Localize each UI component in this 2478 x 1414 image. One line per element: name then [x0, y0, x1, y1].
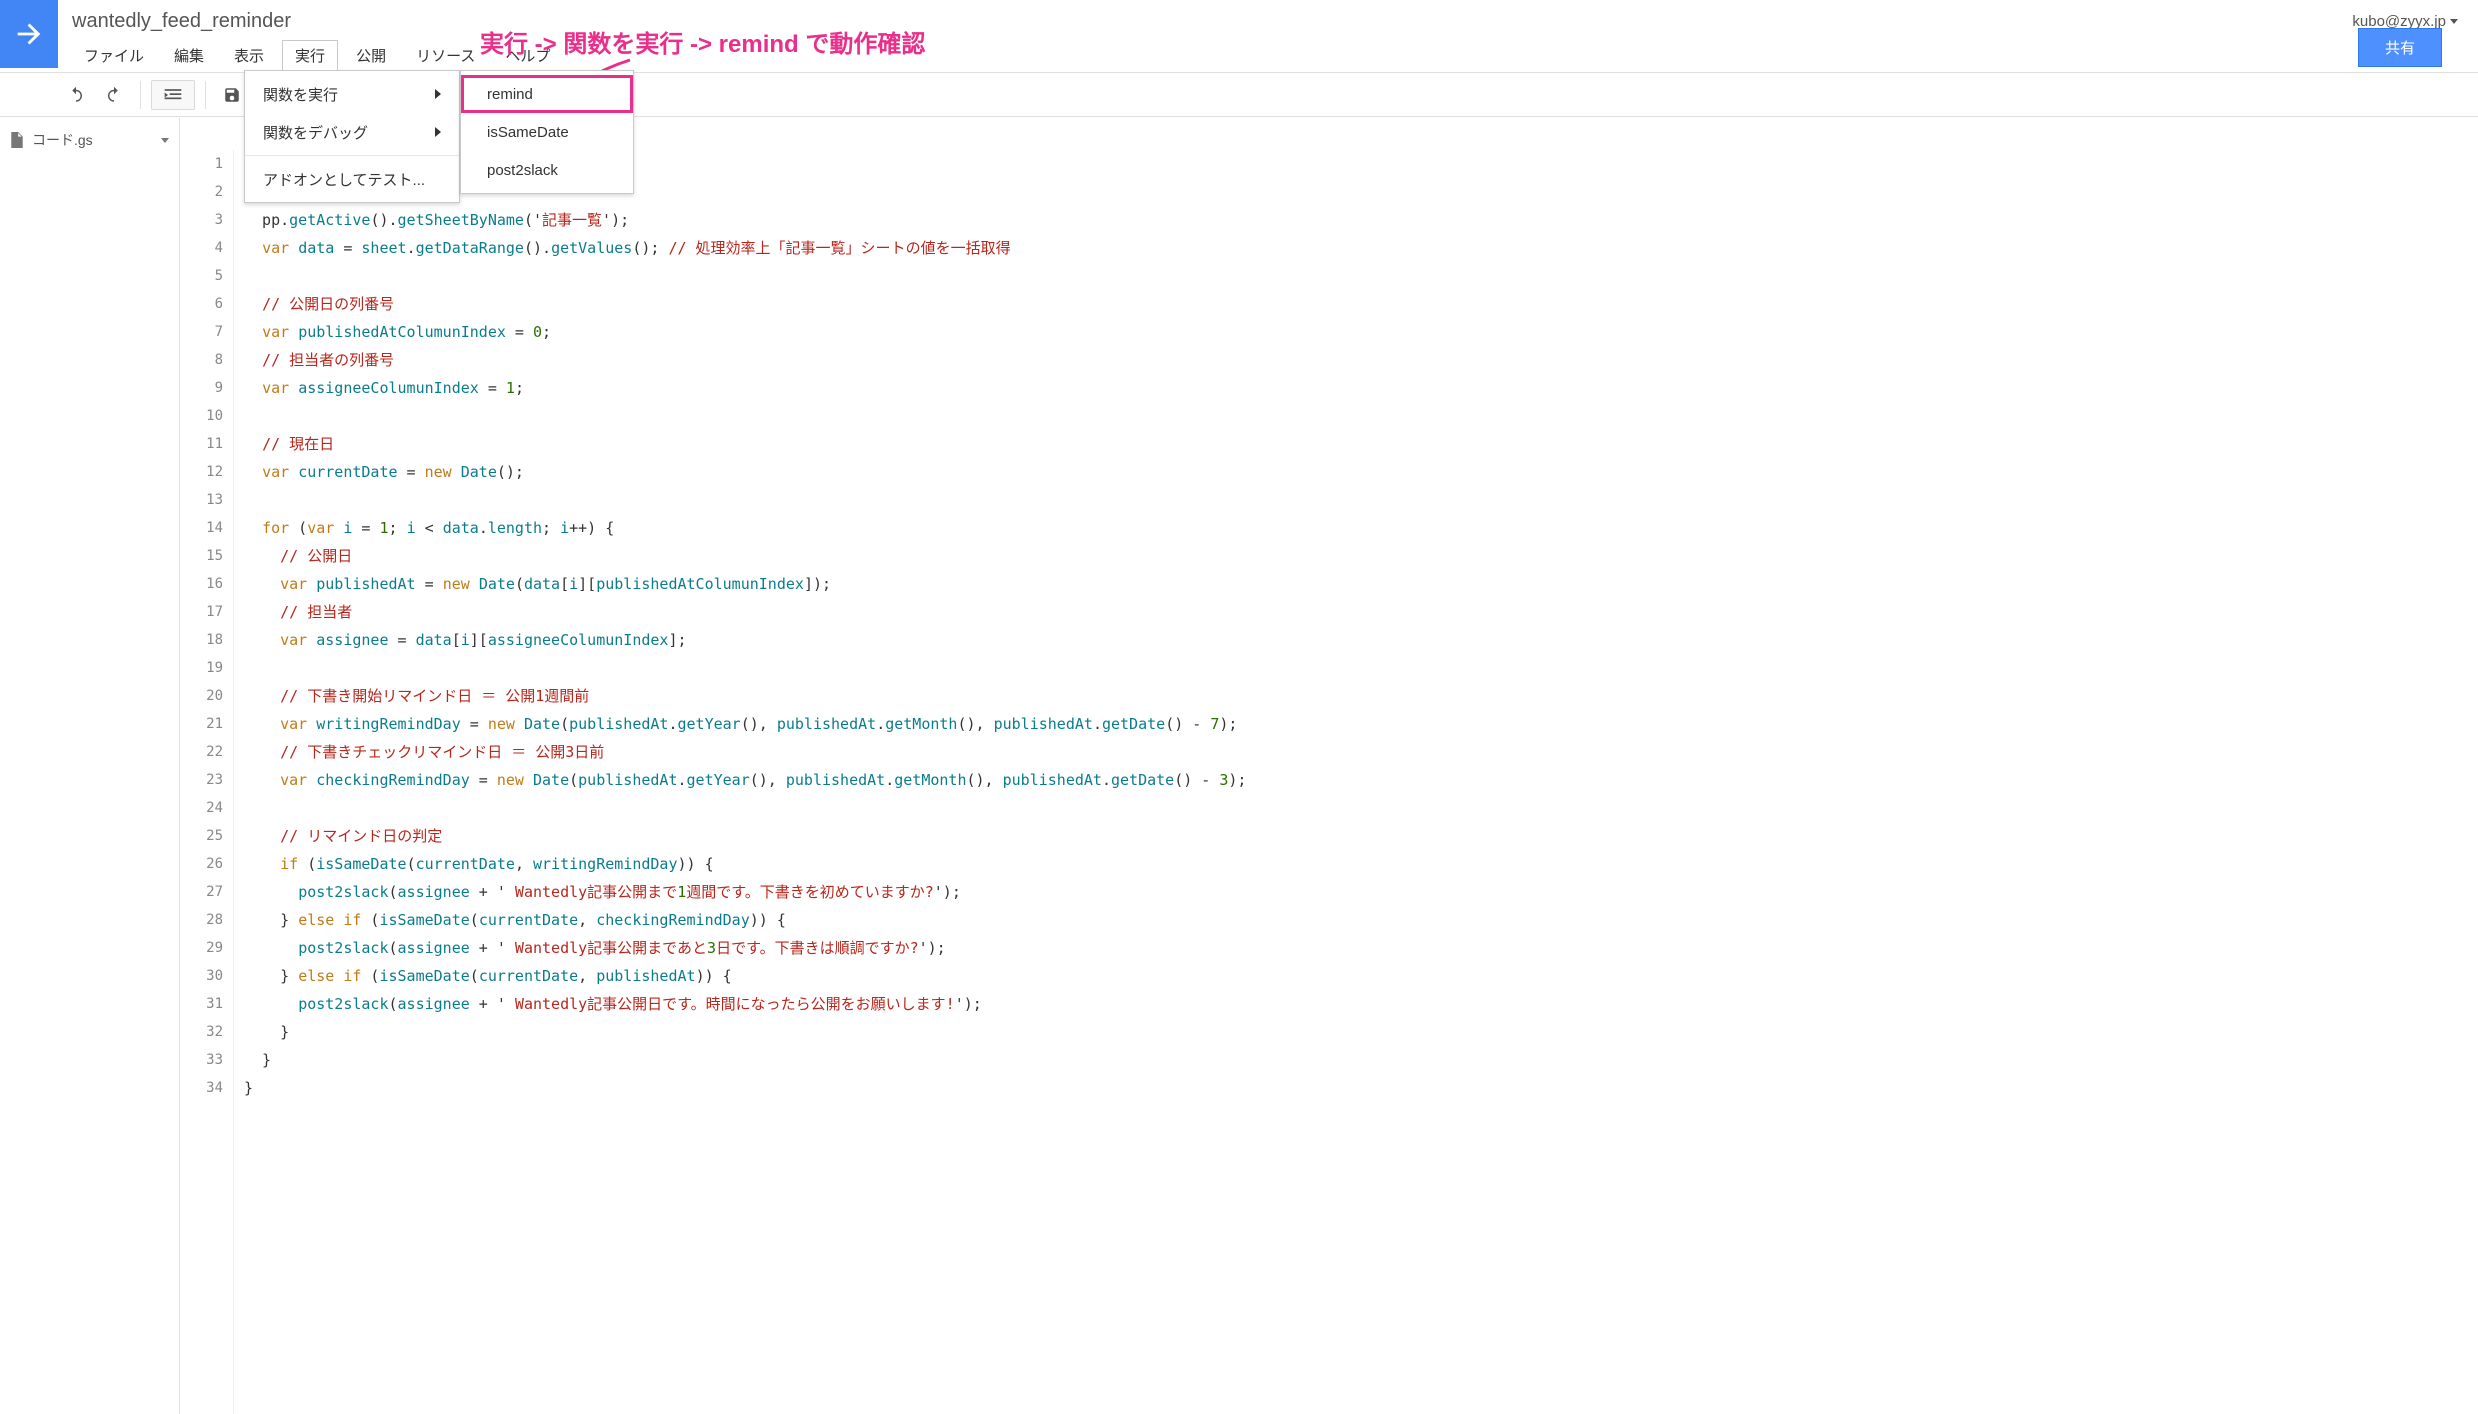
file-item[interactable]: コード.gs [0, 126, 179, 154]
menu-run[interactable]: 実行 [282, 40, 338, 70]
submenu-arrow-icon [435, 127, 441, 137]
menu-publish[interactable]: 公開 [344, 41, 398, 70]
caret-down-icon [2450, 19, 2458, 24]
undo-icon [67, 86, 85, 104]
menu-resources[interactable]: リソース [404, 41, 487, 70]
share-button[interactable]: 共有 [2358, 28, 2442, 67]
menu-test-addon-label: アドオンとしてテスト... [263, 169, 425, 190]
arrow-right-icon [12, 17, 46, 51]
redo-button[interactable] [98, 80, 130, 110]
function-submenu: remind isSameDate post2slack [460, 70, 634, 194]
redo-icon [105, 86, 123, 104]
undo-button[interactable] [60, 80, 92, 110]
dropdown-caret-icon [161, 138, 169, 143]
menu-edit[interactable]: 編集 [162, 41, 216, 70]
menu-debug-function[interactable]: 関数をデバッグ [245, 113, 459, 151]
account-email: kubo@zyyx.jp [2352, 13, 2446, 30]
submenu-item-post2slack[interactable]: post2slack [461, 151, 633, 189]
submenu-arrow-icon [435, 89, 441, 99]
code-editor[interactable]: 1234567891011121314151617181920212223242… [184, 150, 2478, 1414]
indent-icon [163, 87, 183, 103]
menu-view[interactable]: 表示 [222, 41, 276, 70]
menu-run-function[interactable]: 関数を実行 [245, 75, 459, 113]
menu-test-addon[interactable]: アドオンとしてテスト... [245, 160, 459, 198]
code-body[interactable]: pp.getActive().getSheetByName('記事一覧'); v… [244, 150, 2478, 1102]
project-title[interactable]: wantedly_feed_reminder [72, 10, 291, 33]
annotation-text: 実行 -> 関数を実行 -> remind で動作確認 [480, 24, 925, 59]
menu-debug-function-label: 関数をデバッグ [263, 122, 368, 143]
line-gutter: 1234567891011121314151617181920212223242… [184, 150, 234, 1414]
submenu-item-remind[interactable]: remind [461, 75, 633, 113]
run-menu-dropdown: 関数を実行 関数をデバッグ アドオンとしてテスト... [244, 70, 460, 203]
file-name: コード.gs [32, 130, 93, 150]
back-button[interactable] [0, 0, 58, 68]
indent-button[interactable] [151, 80, 195, 110]
save-icon [223, 86, 241, 104]
account-menu[interactable]: kubo@zyyx.jp [2352, 13, 2458, 30]
submenu-item-isSameDate[interactable]: isSameDate [461, 113, 633, 151]
sidebar: コード.gs [0, 118, 180, 1414]
menu-file[interactable]: ファイル [72, 41, 156, 70]
menu-run-function-label: 関数を実行 [263, 84, 338, 105]
menu-separator [245, 155, 459, 156]
file-icon [10, 132, 24, 148]
